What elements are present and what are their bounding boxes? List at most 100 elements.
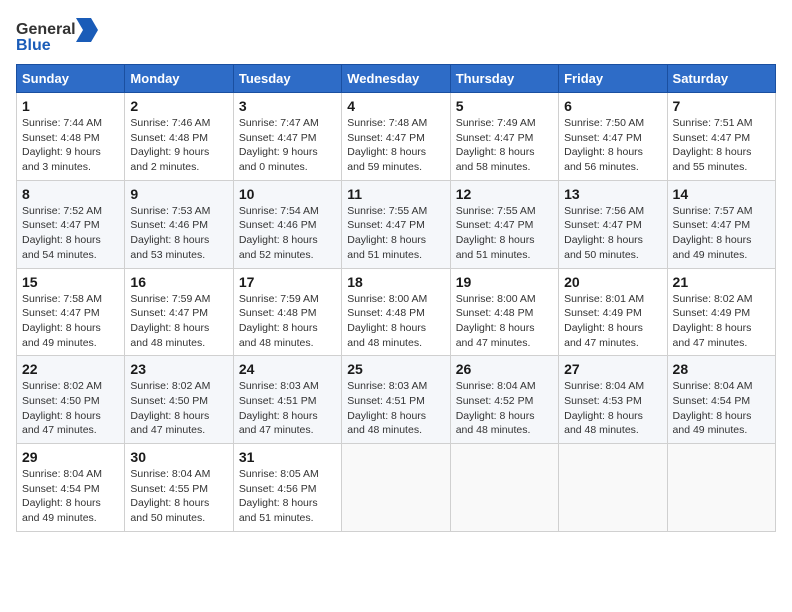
day-number: 16 bbox=[130, 274, 227, 290]
calendar-cell: 20 Sunrise: 8:01 AM Sunset: 4:49 PM Dayl… bbox=[559, 268, 667, 356]
day-number: 2 bbox=[130, 98, 227, 114]
calendar-week-row: 8 Sunrise: 7:52 AM Sunset: 4:47 PM Dayli… bbox=[17, 180, 776, 268]
day-detail: Sunrise: 8:02 AM Sunset: 4:50 PM Dayligh… bbox=[22, 379, 119, 438]
calendar-cell: 8 Sunrise: 7:52 AM Sunset: 4:47 PM Dayli… bbox=[17, 180, 125, 268]
calendar-table: SundayMondayTuesdayWednesdayThursdayFrid… bbox=[16, 64, 776, 532]
calendar-cell: 12 Sunrise: 7:55 AM Sunset: 4:47 PM Dayl… bbox=[450, 180, 558, 268]
logo: General Blue bbox=[16, 16, 106, 54]
calendar-cell: 22 Sunrise: 8:02 AM Sunset: 4:50 PM Dayl… bbox=[17, 356, 125, 444]
day-detail: Sunrise: 8:05 AM Sunset: 4:56 PM Dayligh… bbox=[239, 467, 336, 526]
calendar-cell: 10 Sunrise: 7:54 AM Sunset: 4:46 PM Dayl… bbox=[233, 180, 341, 268]
column-header-thursday: Thursday bbox=[450, 65, 558, 93]
calendar-week-row: 1 Sunrise: 7:44 AM Sunset: 4:48 PM Dayli… bbox=[17, 93, 776, 181]
svg-text:Blue: Blue bbox=[16, 37, 51, 54]
day-number: 28 bbox=[673, 361, 770, 377]
calendar-cell: 13 Sunrise: 7:56 AM Sunset: 4:47 PM Dayl… bbox=[559, 180, 667, 268]
day-detail: Sunrise: 7:48 AM Sunset: 4:47 PM Dayligh… bbox=[347, 116, 444, 175]
day-detail: Sunrise: 7:57 AM Sunset: 4:47 PM Dayligh… bbox=[673, 204, 770, 263]
calendar-cell: 3 Sunrise: 7:47 AM Sunset: 4:47 PM Dayli… bbox=[233, 93, 341, 181]
day-detail: Sunrise: 7:49 AM Sunset: 4:47 PM Dayligh… bbox=[456, 116, 553, 175]
day-number: 15 bbox=[22, 274, 119, 290]
day-number: 4 bbox=[347, 98, 444, 114]
calendar-cell: 26 Sunrise: 8:04 AM Sunset: 4:52 PM Dayl… bbox=[450, 356, 558, 444]
calendar-cell: 9 Sunrise: 7:53 AM Sunset: 4:46 PM Dayli… bbox=[125, 180, 233, 268]
calendar-cell: 24 Sunrise: 8:03 AM Sunset: 4:51 PM Dayl… bbox=[233, 356, 341, 444]
logo-svg: General Blue bbox=[16, 16, 106, 54]
day-detail: Sunrise: 7:52 AM Sunset: 4:47 PM Dayligh… bbox=[22, 204, 119, 263]
day-number: 13 bbox=[564, 186, 661, 202]
calendar-cell: 31 Sunrise: 8:05 AM Sunset: 4:56 PM Dayl… bbox=[233, 444, 341, 532]
column-header-wednesday: Wednesday bbox=[342, 65, 450, 93]
day-detail: Sunrise: 8:04 AM Sunset: 4:54 PM Dayligh… bbox=[22, 467, 119, 526]
day-number: 31 bbox=[239, 449, 336, 465]
day-detail: Sunrise: 7:59 AM Sunset: 4:47 PM Dayligh… bbox=[130, 292, 227, 351]
calendar-cell bbox=[559, 444, 667, 532]
day-detail: Sunrise: 7:54 AM Sunset: 4:46 PM Dayligh… bbox=[239, 204, 336, 263]
calendar-cell: 19 Sunrise: 8:00 AM Sunset: 4:48 PM Dayl… bbox=[450, 268, 558, 356]
day-detail: Sunrise: 7:46 AM Sunset: 4:48 PM Dayligh… bbox=[130, 116, 227, 175]
column-header-saturday: Saturday bbox=[667, 65, 775, 93]
calendar-cell: 7 Sunrise: 7:51 AM Sunset: 4:47 PM Dayli… bbox=[667, 93, 775, 181]
calendar-cell: 25 Sunrise: 8:03 AM Sunset: 4:51 PM Dayl… bbox=[342, 356, 450, 444]
day-detail: Sunrise: 7:56 AM Sunset: 4:47 PM Dayligh… bbox=[564, 204, 661, 263]
day-number: 19 bbox=[456, 274, 553, 290]
calendar-week-row: 29 Sunrise: 8:04 AM Sunset: 4:54 PM Dayl… bbox=[17, 444, 776, 532]
day-detail: Sunrise: 8:04 AM Sunset: 4:55 PM Dayligh… bbox=[130, 467, 227, 526]
calendar-cell: 27 Sunrise: 8:04 AM Sunset: 4:53 PM Dayl… bbox=[559, 356, 667, 444]
calendar-week-row: 22 Sunrise: 8:02 AM Sunset: 4:50 PM Dayl… bbox=[17, 356, 776, 444]
day-number: 14 bbox=[673, 186, 770, 202]
day-detail: Sunrise: 7:50 AM Sunset: 4:47 PM Dayligh… bbox=[564, 116, 661, 175]
day-detail: Sunrise: 8:04 AM Sunset: 4:52 PM Dayligh… bbox=[456, 379, 553, 438]
svg-text:General: General bbox=[16, 21, 76, 38]
day-number: 18 bbox=[347, 274, 444, 290]
day-number: 24 bbox=[239, 361, 336, 377]
day-detail: Sunrise: 7:44 AM Sunset: 4:48 PM Dayligh… bbox=[22, 116, 119, 175]
calendar-cell: 29 Sunrise: 8:04 AM Sunset: 4:54 PM Dayl… bbox=[17, 444, 125, 532]
day-number: 30 bbox=[130, 449, 227, 465]
calendar-cell: 23 Sunrise: 8:02 AM Sunset: 4:50 PM Dayl… bbox=[125, 356, 233, 444]
day-detail: Sunrise: 7:59 AM Sunset: 4:48 PM Dayligh… bbox=[239, 292, 336, 351]
column-header-sunday: Sunday bbox=[17, 65, 125, 93]
day-number: 23 bbox=[130, 361, 227, 377]
column-header-monday: Monday bbox=[125, 65, 233, 93]
page-header: General Blue bbox=[16, 16, 776, 54]
day-detail: Sunrise: 8:03 AM Sunset: 4:51 PM Dayligh… bbox=[239, 379, 336, 438]
day-number: 10 bbox=[239, 186, 336, 202]
day-number: 7 bbox=[673, 98, 770, 114]
day-detail: Sunrise: 7:55 AM Sunset: 4:47 PM Dayligh… bbox=[347, 204, 444, 263]
day-detail: Sunrise: 7:51 AM Sunset: 4:47 PM Dayligh… bbox=[673, 116, 770, 175]
calendar-header-row: SundayMondayTuesdayWednesdayThursdayFrid… bbox=[17, 65, 776, 93]
day-detail: Sunrise: 8:00 AM Sunset: 4:48 PM Dayligh… bbox=[347, 292, 444, 351]
day-detail: Sunrise: 8:02 AM Sunset: 4:50 PM Dayligh… bbox=[130, 379, 227, 438]
calendar-cell: 2 Sunrise: 7:46 AM Sunset: 4:48 PM Dayli… bbox=[125, 93, 233, 181]
calendar-cell: 17 Sunrise: 7:59 AM Sunset: 4:48 PM Dayl… bbox=[233, 268, 341, 356]
calendar-cell: 11 Sunrise: 7:55 AM Sunset: 4:47 PM Dayl… bbox=[342, 180, 450, 268]
calendar-cell: 18 Sunrise: 8:00 AM Sunset: 4:48 PM Dayl… bbox=[342, 268, 450, 356]
calendar-cell: 5 Sunrise: 7:49 AM Sunset: 4:47 PM Dayli… bbox=[450, 93, 558, 181]
day-detail: Sunrise: 8:02 AM Sunset: 4:49 PM Dayligh… bbox=[673, 292, 770, 351]
day-number: 9 bbox=[130, 186, 227, 202]
calendar-cell: 1 Sunrise: 7:44 AM Sunset: 4:48 PM Dayli… bbox=[17, 93, 125, 181]
calendar-cell: 14 Sunrise: 7:57 AM Sunset: 4:47 PM Dayl… bbox=[667, 180, 775, 268]
day-number: 1 bbox=[22, 98, 119, 114]
calendar-cell: 4 Sunrise: 7:48 AM Sunset: 4:47 PM Dayli… bbox=[342, 93, 450, 181]
day-number: 12 bbox=[456, 186, 553, 202]
day-number: 25 bbox=[347, 361, 444, 377]
day-detail: Sunrise: 7:55 AM Sunset: 4:47 PM Dayligh… bbox=[456, 204, 553, 263]
day-number: 3 bbox=[239, 98, 336, 114]
calendar-cell: 15 Sunrise: 7:58 AM Sunset: 4:47 PM Dayl… bbox=[17, 268, 125, 356]
day-number: 17 bbox=[239, 274, 336, 290]
calendar-cell: 16 Sunrise: 7:59 AM Sunset: 4:47 PM Dayl… bbox=[125, 268, 233, 356]
day-detail: Sunrise: 8:01 AM Sunset: 4:49 PM Dayligh… bbox=[564, 292, 661, 351]
calendar-cell bbox=[667, 444, 775, 532]
day-number: 8 bbox=[22, 186, 119, 202]
day-number: 6 bbox=[564, 98, 661, 114]
day-number: 27 bbox=[564, 361, 661, 377]
day-detail: Sunrise: 8:04 AM Sunset: 4:54 PM Dayligh… bbox=[673, 379, 770, 438]
calendar-cell: 21 Sunrise: 8:02 AM Sunset: 4:49 PM Dayl… bbox=[667, 268, 775, 356]
day-detail: Sunrise: 8:00 AM Sunset: 4:48 PM Dayligh… bbox=[456, 292, 553, 351]
day-detail: Sunrise: 7:58 AM Sunset: 4:47 PM Dayligh… bbox=[22, 292, 119, 351]
column-header-friday: Friday bbox=[559, 65, 667, 93]
calendar-cell: 28 Sunrise: 8:04 AM Sunset: 4:54 PM Dayl… bbox=[667, 356, 775, 444]
day-detail: Sunrise: 7:47 AM Sunset: 4:47 PM Dayligh… bbox=[239, 116, 336, 175]
